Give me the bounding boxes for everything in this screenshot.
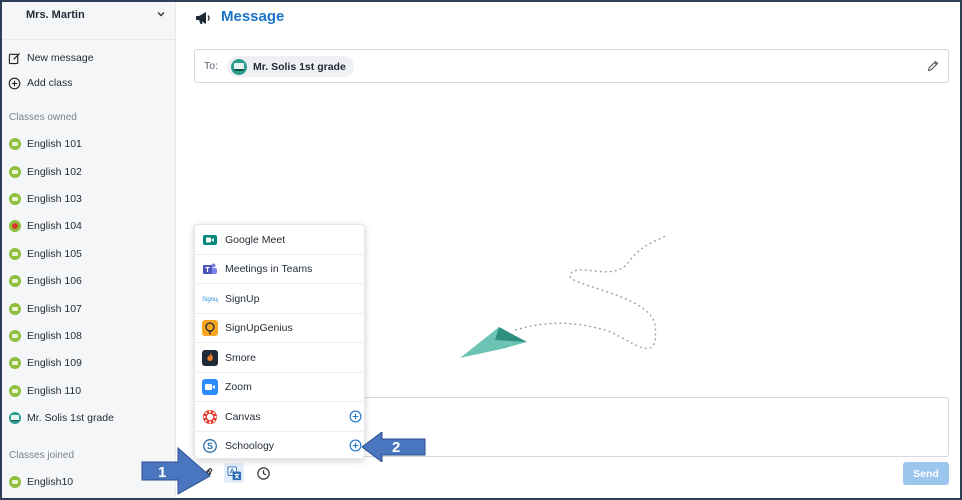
schedule-button[interactable] <box>253 463 273 483</box>
menu-item-canvas[interactable]: Canvas <box>195 402 366 432</box>
menu-item-label: Smore <box>225 351 256 364</box>
clock-icon <box>256 466 270 480</box>
sidebar-item-english-104[interactable]: English 104 <box>9 218 82 234</box>
teams-icon <box>202 261 218 277</box>
signupgenius-icon <box>202 319 218 336</box>
menu-item-google-meet[interactable]: Google Meet <box>195 225 366 255</box>
class-label: English 110 <box>27 385 82 397</box>
class-label: English 106 <box>27 275 82 287</box>
recipient-field[interactable]: To: Mr. Solis 1st grade <box>194 49 949 83</box>
user-selector[interactable]: Mrs. Martin <box>0 0 176 40</box>
integration-menu: Google Meet Meetings in Teams Signup Sig… <box>194 224 366 461</box>
sidebar-item-english10[interactable]: English10 <box>9 474 73 490</box>
google-meet-icon <box>202 232 218 248</box>
classes-owned-header: Classes owned <box>9 112 77 123</box>
class-avatar <box>9 275 21 287</box>
recipient-name: Mr. Solis 1st grade <box>253 60 346 73</box>
send-button[interactable]: Send <box>903 462 949 485</box>
sidebar-item-english-108[interactable]: English 108 <box>9 328 82 344</box>
menu-item-label: Schoology <box>225 440 275 452</box>
translate-icon <box>226 465 241 480</box>
sidebar-item-english-106[interactable]: English 106 <box>9 273 82 289</box>
class-avatar <box>9 303 21 315</box>
class-avatar <box>9 385 21 397</box>
menu-item-label: Meetings in Teams <box>225 262 313 275</box>
signup-icon: Signup <box>202 291 218 307</box>
translate-button[interactable] <box>224 463 244 483</box>
sidebar-item-mr-solis-1st-grade[interactable]: Mr. Solis 1st grade <box>9 410 114 426</box>
class-avatar <box>9 330 21 342</box>
class-avatar <box>9 193 21 205</box>
sidebar-item-english-103[interactable]: English 103 <box>9 191 82 207</box>
callout-arrow-2: 2 <box>362 432 426 462</box>
recipient-chip[interactable]: Mr. Solis 1st grade <box>227 56 354 77</box>
class-avatar <box>9 412 21 424</box>
canvas-icon <box>202 409 218 425</box>
class-label: English 105 <box>27 248 82 260</box>
class-label: Mr. Solis 1st grade <box>27 412 114 424</box>
class-avatar <box>9 220 21 232</box>
sidebar-item-english-109[interactable]: English 109 <box>9 355 82 371</box>
class-label: English10 <box>27 476 74 488</box>
menu-item-label: SignUp <box>225 292 260 305</box>
menu-item-smore[interactable]: Smore <box>195 343 366 373</box>
class-avatar <box>9 138 21 150</box>
menu-item-schoology[interactable]: S Schoology <box>195 431 366 461</box>
callout-arrow-1: 1 <box>140 446 212 496</box>
compose-icon <box>8 52 21 64</box>
class-label: English 109 <box>27 357 82 369</box>
paper-airplane-illustration <box>460 234 668 358</box>
menu-item-label: Zoom <box>225 380 252 393</box>
add-class-button[interactable]: Add class <box>8 75 73 91</box>
user-name: Mrs. Martin <box>26 9 85 21</box>
menu-item-label: SignUpGenius <box>225 321 293 334</box>
class-label: English 108 <box>27 330 82 342</box>
class-avatar <box>9 166 21 178</box>
sidebar-item-english-105[interactable]: English 105 <box>9 246 82 262</box>
add-schoology-plus-icon[interactable] <box>349 439 362 452</box>
pencil-icon[interactable] <box>926 59 940 73</box>
menu-item-meetings-in-teams[interactable]: Meetings in Teams <box>195 254 366 284</box>
svg-text:Signup: Signup <box>202 297 218 303</box>
menu-item-label: Google Meet <box>225 233 286 246</box>
class-label: English 103 <box>27 193 82 205</box>
sidebar-item-english-107[interactable]: English 107 <box>9 301 82 317</box>
recipient-avatar <box>231 58 247 75</box>
class-avatar <box>9 476 21 488</box>
callout-number-2: 2 <box>392 439 401 456</box>
smore-icon <box>202 349 218 366</box>
plus-circle-icon <box>8 77 21 89</box>
new-message-button[interactable]: New message <box>8 50 94 66</box>
class-label: English 101 <box>27 138 82 150</box>
class-avatar <box>9 357 21 369</box>
sidebar-item-english-110[interactable]: English 110 <box>9 383 81 399</box>
classes-joined-header: Classes joined <box>9 450 75 461</box>
page-title: Message <box>221 8 285 25</box>
class-avatar <box>9 248 21 260</box>
sidebar-item-english-102[interactable]: English 102 <box>9 164 82 180</box>
new-message-label: New message <box>27 52 94 64</box>
menu-item-signup[interactable]: Signup SignUp <box>195 284 366 314</box>
menu-item-zoom[interactable]: Zoom <box>195 372 366 402</box>
class-label: English 104 <box>27 220 82 232</box>
megaphone-icon <box>196 12 210 24</box>
to-label: To: <box>204 60 219 72</box>
menu-item-label: Canvas <box>225 410 261 423</box>
menu-item-signupgenius[interactable]: SignUpGenius <box>195 313 366 343</box>
callout-number-1: 1 <box>158 464 167 481</box>
add-canvas-plus-icon[interactable] <box>349 410 362 423</box>
sidebar: Mrs. Martin New message Add class Classe… <box>0 0 176 500</box>
chevron-down-icon <box>157 12 165 17</box>
sidebar-item-english-101[interactable]: English 101 <box>9 136 82 152</box>
class-label: English 107 <box>27 303 82 315</box>
add-class-label: Add class <box>27 77 73 89</box>
zoom-icon <box>202 378 218 395</box>
class-label: English 102 <box>27 166 82 178</box>
